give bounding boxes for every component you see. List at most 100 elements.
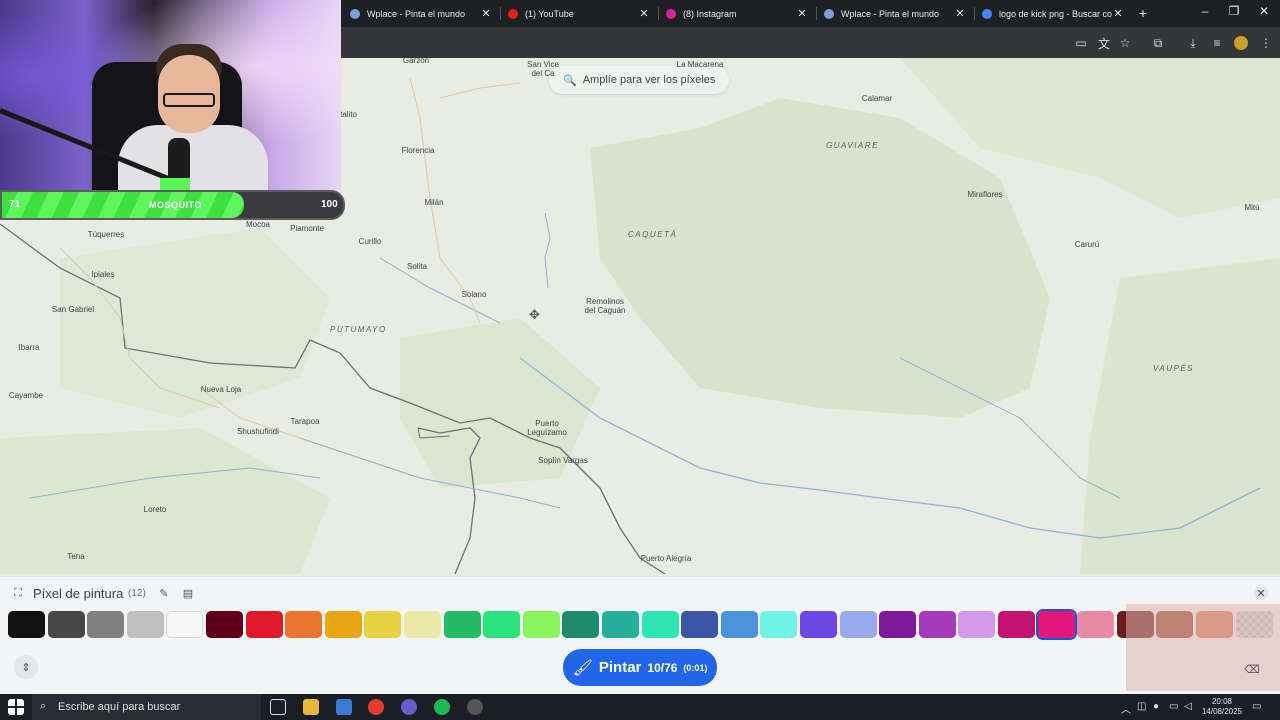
taskbar-search[interactable]: ⌕ Escribe aquí para buscar xyxy=(32,694,261,720)
color-swatch[interactable] xyxy=(324,611,362,638)
place-label: Miraflores xyxy=(967,190,1003,199)
close-tab-icon[interactable]: ✕ xyxy=(480,7,492,20)
place-label: Túquerres xyxy=(87,230,125,239)
minimize-button[interactable]: – xyxy=(1190,4,1220,18)
microphone-icon[interactable]: ● xyxy=(1153,701,1159,712)
windows-start-icon[interactable] xyxy=(8,699,24,715)
youtube-icon xyxy=(508,8,518,19)
color-swatch[interactable] xyxy=(404,611,441,638)
color-swatch[interactable] xyxy=(483,611,521,638)
browser-tab[interactable]: Wplace - Pinta el mundo ✕ xyxy=(342,0,500,27)
xp-current: 71 xyxy=(9,199,21,210)
color-swatch[interactable] xyxy=(602,611,639,638)
tab-separator xyxy=(974,7,975,20)
search-icon: ⌕ xyxy=(40,700,47,712)
place-label: Calamar xyxy=(861,94,893,103)
tray-icon[interactable]: ◫ xyxy=(1137,701,1146,712)
color-swatch[interactable] xyxy=(1077,611,1115,638)
obs-studio-icon[interactable] xyxy=(467,699,483,715)
fullscreen-icon[interactable]: ⛶ xyxy=(12,587,24,599)
place-label: Florencia xyxy=(401,146,435,155)
clock-date: 14/08/2025 xyxy=(1201,707,1243,716)
instagram-icon xyxy=(666,8,676,19)
region-label: CAQUETÁ xyxy=(628,230,678,239)
browser-tab[interactable]: logo de kick png - Buscar con G✕ xyxy=(974,0,1132,27)
color-swatch[interactable] xyxy=(206,611,243,638)
color-swatch[interactable] xyxy=(285,611,323,638)
close-panel-icon[interactable]: ✕ xyxy=(1254,586,1268,600)
edit-pencil-icon[interactable]: ✎ xyxy=(158,587,170,600)
expand-toggle-icon[interactable]: ⇕ xyxy=(14,655,38,679)
translate-icon[interactable]: 文 xyxy=(1096,35,1112,51)
notifications-icon[interactable]: ▭ xyxy=(1252,701,1261,712)
color-swatch[interactable] xyxy=(245,611,283,638)
spotify-icon[interactable] xyxy=(434,699,450,715)
place-label: Garzón xyxy=(402,58,430,65)
region-label: GUAVIARE xyxy=(826,141,879,150)
color-swatch[interactable] xyxy=(8,611,45,638)
color-swatch[interactable] xyxy=(87,611,125,638)
paint-button[interactable]: 🖌 Pintar 10/76 (0:01) xyxy=(563,649,717,686)
color-swatch[interactable] xyxy=(839,611,877,638)
file-explorer-icon[interactable] xyxy=(303,699,319,715)
close-window-button[interactable]: ✕ xyxy=(1249,4,1279,18)
place-label: Curillo xyxy=(358,237,382,246)
layout-icon[interactable]: ▤ xyxy=(182,587,194,600)
browser-tab[interactable]: (8) Instagram ✕ xyxy=(658,0,816,27)
close-tab-icon[interactable]: ✕ xyxy=(638,7,650,20)
pixel-count: (12) xyxy=(128,588,146,599)
color-swatch[interactable] xyxy=(47,611,85,638)
place-label: Mitú xyxy=(1244,203,1260,212)
chrome-icon[interactable] xyxy=(368,699,384,715)
close-tab-icon[interactable]: ✕ xyxy=(796,7,808,20)
install-app-icon[interactable]: ▭ xyxy=(1073,35,1089,51)
color-swatch[interactable] xyxy=(522,611,560,638)
color-swatch[interactable] xyxy=(1035,609,1077,640)
bookmark-star-icon[interactable]: ☆ xyxy=(1117,35,1133,51)
color-swatch[interactable] xyxy=(364,611,402,638)
place-label: Cayambe xyxy=(8,391,44,400)
taskbar-clock[interactable]: 20:08 14/08/2025 xyxy=(1198,697,1246,717)
new-tab-button[interactable]: + xyxy=(1136,5,1150,21)
volume-icon[interactable]: ◁ xyxy=(1184,701,1192,712)
color-swatch[interactable] xyxy=(958,611,996,638)
eraser-icon[interactable]: ⌫ xyxy=(1244,661,1260,677)
color-swatch[interactable] xyxy=(760,611,798,638)
color-swatch[interactable] xyxy=(443,611,481,638)
color-swatch[interactable] xyxy=(918,611,956,638)
place-label: Piamonte xyxy=(290,224,324,233)
close-tab-icon[interactable]: ✕ xyxy=(1112,7,1124,20)
media-control-icon[interactable]: ≡ xyxy=(1209,35,1225,51)
color-swatch[interactable] xyxy=(562,611,600,638)
color-swatch[interactable] xyxy=(126,611,164,638)
color-swatch[interactable] xyxy=(641,611,679,638)
color-swatch[interactable] xyxy=(800,611,837,638)
profile-avatar[interactable] xyxy=(1233,35,1249,51)
task-view-icon[interactable] xyxy=(270,699,286,715)
color-palette xyxy=(8,609,1273,640)
tab-title: (1) YouTube xyxy=(525,8,574,19)
color-swatch[interactable] xyxy=(166,611,204,638)
color-swatch[interactable] xyxy=(879,611,917,638)
webcam-overlay xyxy=(0,0,341,190)
browser-tab[interactable]: (1) YouTube ✕ xyxy=(500,0,658,27)
extensions-icon[interactable]: ⧉ xyxy=(1150,35,1166,51)
browser-tab[interactable]: Wplace - Pinta el mundo ✕ xyxy=(816,0,974,27)
maximize-button[interactable]: ❐ xyxy=(1219,4,1249,18)
color-swatch[interactable] xyxy=(681,611,719,638)
color-swatch[interactable] xyxy=(998,611,1035,638)
tab-title: (8) Instagram xyxy=(683,8,737,19)
tray-chevron-icon[interactable]: ︿ xyxy=(1121,701,1131,716)
store-icon[interactable] xyxy=(336,699,352,715)
tab-separator xyxy=(500,7,501,20)
region-label: PUTUMAYO xyxy=(330,325,387,334)
place-label: Puerto Alegría xyxy=(640,554,692,563)
place-label: Solita xyxy=(406,262,428,271)
obs-app-icon[interactable] xyxy=(401,699,417,715)
network-icon[interactable]: ▭ xyxy=(1169,701,1178,712)
place-label: Tarapoa xyxy=(290,417,320,426)
browser-menu-icon[interactable]: ⋮ xyxy=(1258,35,1274,51)
download-icon[interactable]: ⤓ xyxy=(1185,35,1201,51)
close-tab-icon[interactable]: ✕ xyxy=(954,7,966,20)
color-swatch[interactable] xyxy=(720,611,758,638)
